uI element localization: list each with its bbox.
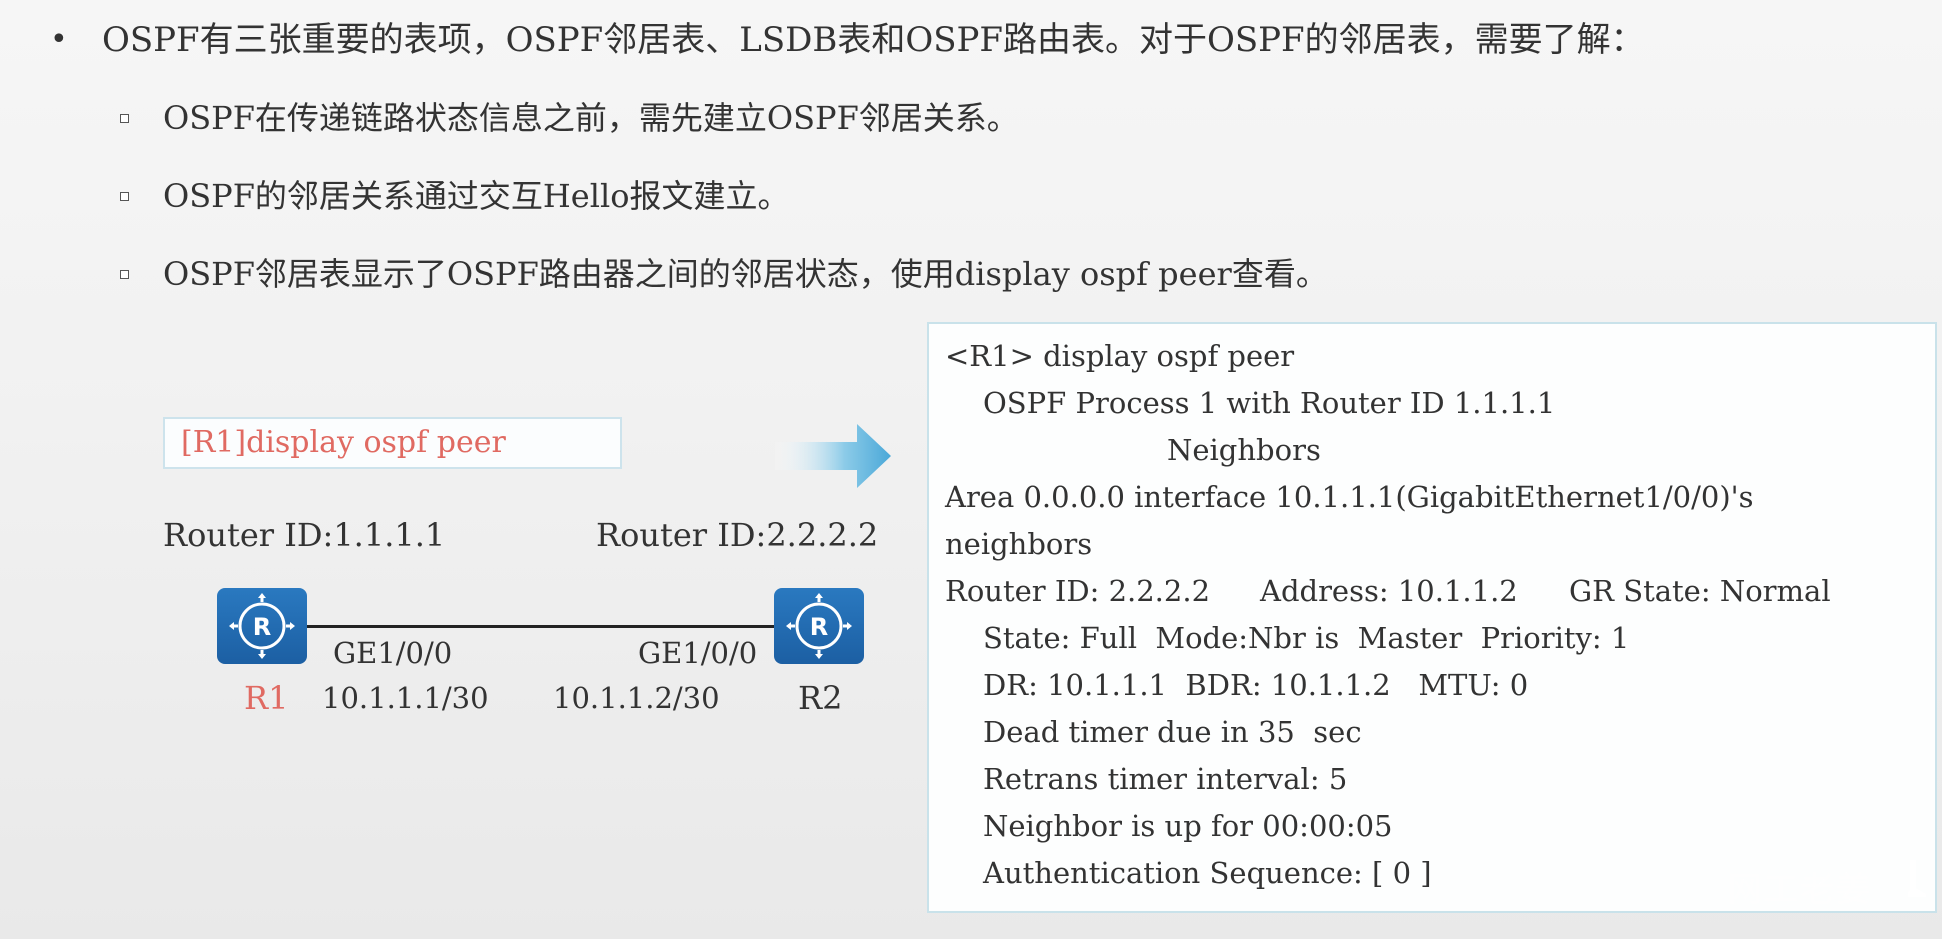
watermark-logo-icon (1908, 860, 1926, 897)
output-state: State: Full Mode:Nbr is Master Priority:… (983, 621, 1630, 655)
r2-interface-label: GE1/0/0 (638, 636, 758, 670)
r2-router-id: Router ID:2.2.2.2 (596, 516, 879, 554)
command-box: [R1]display ospf peer (163, 417, 622, 469)
r1-interface-label: GE1/0/0 (333, 636, 453, 670)
output-retrans: Retrans timer interval: 5 (983, 762, 1348, 796)
sub-point-text: OSPF在传递链路状态信息之前，需先建立OSPF邻居关系。 (163, 99, 1019, 137)
output-area-line2: neighbors (945, 527, 1093, 561)
r1-name: R1 (244, 679, 289, 717)
sub-point-text: OSPF邻居表显示了OSPF路由器之间的邻居状态，使用display ospf … (163, 255, 1328, 293)
output-address: Address: 10.1.1.2 (1260, 574, 1518, 608)
heading-text: OSPF有三张重要的表项，OSPF邻居表、LSDB表和OSPF路由表。对于OSP… (102, 20, 1645, 60)
router-r1-icon: R (217, 588, 307, 664)
r2-ip: 10.1.1.2/30 (553, 681, 720, 715)
output-area-line1: Area 0.0.0.0 interface 10.1.1.1(GigabitE… (945, 480, 1754, 514)
output-gr-state: GR State: Normal (1569, 574, 1831, 608)
output-auth: Authentication Sequence: [ 0 ] (983, 856, 1432, 890)
link-line (307, 625, 776, 628)
command-text: [R1]display ospf peer (181, 425, 506, 460)
output-router-id: Router ID: 2.2.2.2 (945, 574, 1211, 608)
square-bullet-icon (120, 114, 129, 123)
svg-text:R: R (810, 613, 828, 641)
sub-point-text: OSPF的邻居关系通过交互Hello报文建立。 (163, 177, 790, 215)
r2-name: R2 (798, 679, 843, 717)
output-dead-timer: Dead timer due in 35 sec (983, 715, 1362, 749)
output-uptime: Neighbor is up for 00:00:05 (983, 809, 1393, 843)
output-neighbors: Neighbors (1167, 433, 1321, 467)
right-arrow-icon (775, 424, 891, 488)
square-bullet-icon (120, 192, 129, 201)
r1-ip: 10.1.1.1/30 (322, 681, 489, 715)
output-process: OSPF Process 1 with Router ID 1.1.1.1 (983, 386, 1556, 420)
bullet-dot: • (50, 22, 68, 57)
r1-router-id: Router ID:1.1.1.1 (163, 516, 446, 554)
watermark: 网工老姜 (1728, 870, 1872, 910)
output-dr: DR: 10.1.1.1 BDR: 10.1.1.2 MTU: 0 (983, 668, 1529, 702)
output-prompt: <R1> display ospf peer (945, 339, 1295, 373)
command-output-panel: <R1> display ospf peer OSPF Process 1 wi… (927, 322, 1937, 913)
router-r2-icon: R (774, 588, 864, 664)
square-bullet-icon (120, 270, 129, 279)
svg-text:R: R (253, 613, 271, 641)
